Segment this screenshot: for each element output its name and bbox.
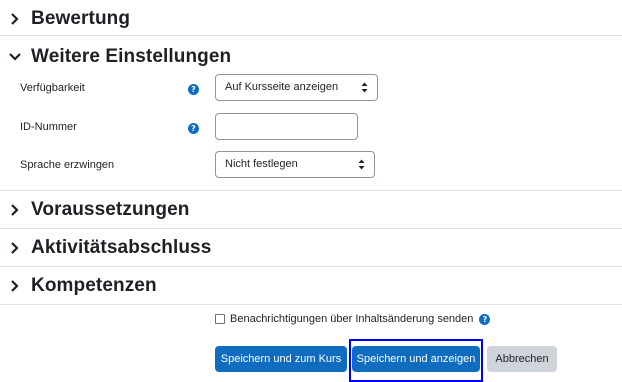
- chevron-right-icon: [8, 279, 22, 293]
- form-page: Bewertung Weitere Einstellungen Verfügba…: [0, 0, 622, 382]
- input-id-nummer[interactable]: [215, 113, 358, 140]
- chevron-right-icon: [8, 241, 22, 255]
- section-title-kompetenzen: Kompetenzen: [31, 275, 157, 296]
- help-icon[interactable]: ?: [188, 84, 199, 95]
- cancel-button[interactable]: Abbrechen: [487, 346, 557, 372]
- chevron-down-icon: [8, 50, 22, 64]
- section-title-aktivitaetsabschluss: Aktivitätsabschluss: [31, 237, 212, 258]
- select-arrows-icon: [361, 82, 368, 93]
- help-icon[interactable]: ?: [479, 313, 491, 325]
- divider: [0, 190, 622, 191]
- select-verfuegbarkeit[interactable]: Auf Kursseite anzeigen: [215, 74, 378, 101]
- chevron-right-icon: [8, 12, 22, 26]
- help-icon[interactable]: ?: [188, 123, 199, 134]
- divider: [0, 35, 622, 36]
- section-weitere-einstellungen[interactable]: Weitere Einstellungen: [0, 46, 622, 68]
- select-arrows-icon: [358, 159, 365, 170]
- section-bewertung[interactable]: Bewertung: [0, 8, 622, 30]
- notify-label[interactable]: Benachrichtigungen über Inhaltsänderung …: [230, 313, 473, 325]
- notify-checkbox[interactable]: [215, 314, 225, 324]
- section-voraussetzungen[interactable]: Voraussetzungen: [0, 199, 622, 221]
- divider: [0, 266, 622, 267]
- chevron-right-icon: [8, 203, 22, 217]
- section-title-bewertung: Bewertung: [31, 8, 131, 29]
- notify-row: Benachrichtigungen über Inhaltsänderung …: [215, 313, 491, 325]
- save-and-return-button[interactable]: Speichern und zum Kurs: [215, 346, 347, 372]
- focus-highlight: [349, 339, 483, 382]
- label-id-nummer: ID-Nummer: [20, 121, 77, 133]
- section-title-weitere-einstellungen: Weitere Einstellungen: [31, 46, 232, 67]
- label-sprache: Sprache erzwingen: [20, 159, 115, 171]
- section-title-voraussetzungen: Voraussetzungen: [31, 199, 190, 220]
- section-kompetenzen[interactable]: Kompetenzen: [0, 275, 622, 297]
- divider: [0, 304, 622, 305]
- field-row-sprache: Sprache erzwingen Nicht festlegen: [0, 151, 622, 181]
- label-verfuegbarkeit: Verfügbarkeit: [20, 82, 85, 94]
- section-aktivitaetsabschluss[interactable]: Aktivitätsabschluss: [0, 237, 622, 259]
- select-sprache[interactable]: Nicht festlegen: [215, 151, 375, 178]
- field-row-id-nummer: ID-Nummer ?: [0, 113, 622, 143]
- select-sprache-value: Nicht festlegen: [225, 158, 298, 170]
- field-row-verfuegbarkeit: Verfügbarkeit ? Auf Kursseite anzeigen: [0, 74, 622, 104]
- select-verfuegbarkeit-value: Auf Kursseite anzeigen: [225, 81, 339, 93]
- divider: [0, 228, 622, 229]
